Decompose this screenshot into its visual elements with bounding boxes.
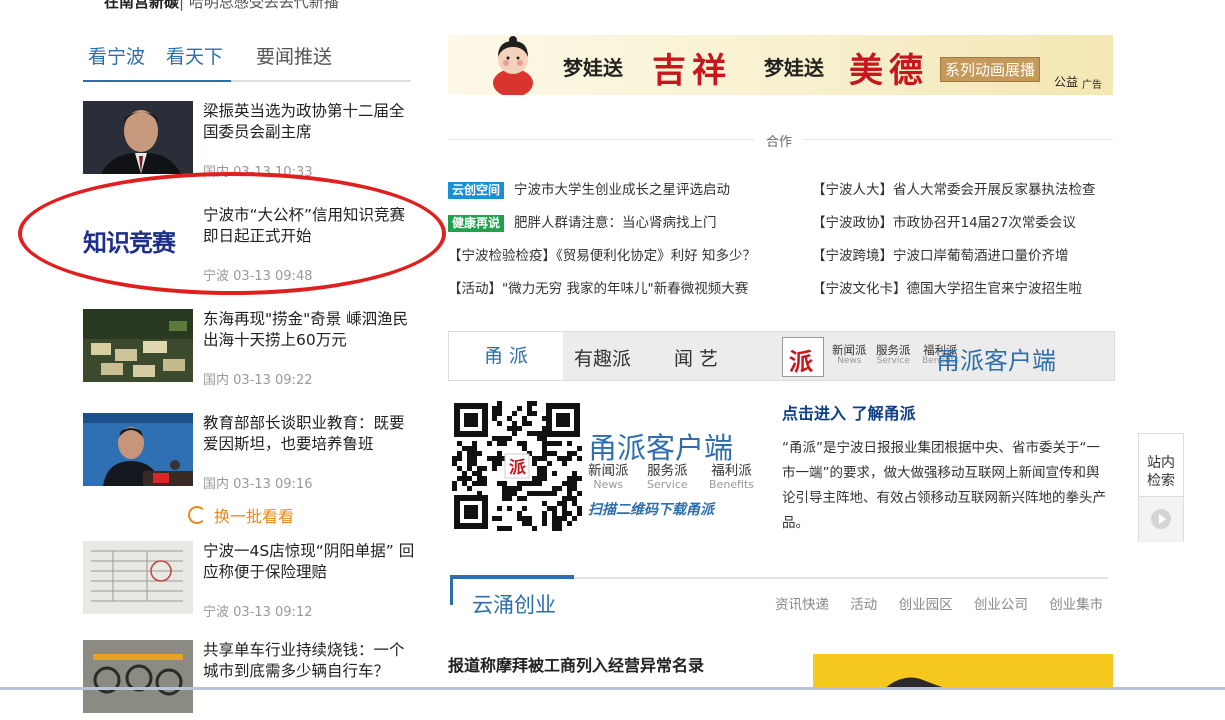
yongpai-intro-link[interactable]: 点击进入 了解甬派 (782, 400, 916, 424)
sub-cn: 福利派 (711, 463, 752, 479)
news-title[interactable]: 宁波一4S店惊现“阴阳单据” 回应称便于保险理赔 (203, 541, 415, 583)
sub-en: Service (647, 478, 688, 491)
news-thumbnail[interactable] (83, 309, 193, 382)
news-title[interactable]: 梁振英当选为政协第十二届全国委员会副主席 (203, 101, 415, 143)
news-meta: 国内 03-13 09:16 (203, 477, 313, 492)
banner-series-badge: 系列动画展播 (940, 57, 1041, 82)
yuncong-title[interactable]: 云涌创业 (472, 589, 556, 619)
coop-link[interactable]: 云创空间 宁波市大学生创业成长之星评选启动 (448, 178, 730, 199)
banner-ad-label: 广告 (1082, 80, 1102, 91)
refresh-label: 换一批看看 (214, 507, 295, 526)
yuncong-accent (450, 575, 453, 605)
coop-link[interactable]: 【宁波政协】市政协召开14届27次常委会议 (812, 211, 1076, 231)
coop-link-text: 肥胖人群请注意：当心肾病找上门 (514, 215, 717, 231)
refresh-icon (188, 506, 206, 524)
coop-link[interactable]: 【活动】"微力无穷 我家的年味儿"新春微视频大赛 (448, 277, 748, 297)
news-item[interactable]: 共享单车行业持续烧钱：一个城市到底需多少辆自行车？ (83, 640, 413, 720)
news-meta: 国内 03-13 09:22 (203, 373, 313, 388)
tab-wenyi[interactable]: 闻 艺 (674, 344, 718, 371)
coop-link[interactable]: 【宁波检验检疫】《贸易便利化协定》利好 知多少？ (448, 244, 756, 264)
coop-badge-jiankang: 健康再说 (448, 215, 505, 232)
yuncong-image[interactable] (813, 654, 1113, 690)
coop-badge-yunchuang: 云创空间 (448, 182, 505, 199)
sub-cn: 新闻派 (832, 343, 867, 357)
yongpai-logo-char: 派 (789, 348, 813, 376)
site-search-float[interactable]: 站内检索 (1138, 433, 1184, 542)
coop-link[interactable]: 健康再说 肥胖人群请注意：当心肾病找上门 (448, 211, 717, 232)
yuncong-active-bar (450, 575, 574, 579)
sub-en: Benefits (709, 478, 755, 491)
news-title[interactable]: 共享单车行业持续烧钱：一个城市到底需多少辆自行车？ (203, 640, 415, 682)
qr-sub-benefits: 福利派 Benefits (709, 464, 754, 492)
play-icon (1151, 509, 1171, 529)
tab-underline (83, 80, 231, 82)
qr-logo-char: 派 (509, 458, 527, 478)
news-thumbnail[interactable] (83, 413, 193, 486)
coop-link[interactable]: 【宁波人大】省人大常委会开展反家暴执法检查 (812, 178, 1096, 198)
news-meta: 宁波 03-13 09:12 (203, 605, 313, 620)
yongpai-logo-icon: 派 (782, 337, 824, 377)
qr-code-image: 派 (452, 401, 582, 531)
yuncong-headline[interactable]: 报道称摩拜被工商列入经营异常名录 (448, 652, 704, 676)
doll-mascot-icon (493, 36, 533, 95)
yuncong-link[interactable]: 活动 (850, 597, 877, 613)
qr-client-title: 甬派客户端 (588, 431, 734, 465)
sub-cn: 服务派 (647, 463, 688, 479)
left-news-tabs: 看宁波 看天下 要闻推送 (83, 40, 411, 82)
yuncong-links: 资讯快递 活动 创业园区 创业公司 创业集市 (775, 593, 1120, 613)
tab-yaowen-tuisong[interactable]: 要闻推送 (256, 42, 332, 69)
sub-cn: 服务派 (876, 343, 911, 357)
top-cut-rest: | 哈明总感受丢丢代新播 (179, 0, 339, 11)
news-item[interactable]: 宁波一4S店惊现“阴阳单据” 回应称便于保险理赔 宁波 03-13 09:12 (83, 541, 415, 621)
yuncong-link[interactable]: 创业公司 (974, 597, 1028, 613)
top-cut-text: 在南宫新碳| 哈明总感受丢丢代新播 (104, 0, 339, 12)
yongpai-sub-news: 新闻派 News (832, 343, 867, 367)
banner-text-2: 梦娃送 (764, 56, 824, 80)
sub-en: News (837, 356, 862, 366)
tab-yongpai[interactable]: 甬 派 (449, 332, 563, 380)
site-search-button[interactable] (1139, 496, 1183, 542)
news-title[interactable]: 教育部部长谈职业教育：既要爱因斯坦，也要培养鲁班 (203, 413, 415, 455)
qr-sub-news: 新闻派 News (588, 464, 629, 492)
tab-kan-tianxia[interactable]: 看天下 (166, 42, 223, 69)
sub-en: News (593, 478, 624, 491)
news-thumbnail[interactable] (83, 101, 193, 174)
news-title[interactable]: 东海再现"捞金"奇景 嵊泗渔民出海十天捞上60万元 (203, 309, 415, 351)
qr-sub-service: 服务派 Service (647, 464, 688, 492)
yongpai-description: “甬派”是宁波日报报业集团根据中央、省市委关于“一市一端”的要求，做大做强移动互… (782, 440, 1106, 531)
coop-link-text: 宁波市大学生创业成长之星评选启动 (514, 182, 731, 198)
news-thumbnail[interactable] (83, 640, 193, 713)
banner-big-1: 吉祥 (652, 51, 732, 91)
coop-link[interactable]: 【宁波跨境】宁波口岸葡萄酒进口量价齐增 (812, 244, 1069, 264)
qr-scan-hint: 扫描二维码下载甬派 (588, 502, 714, 518)
news-item[interactable]: 梁振英当选为政协第十二届全国委员会副主席 国内 03-13 10:33 (83, 101, 413, 181)
qr-code: 派 (452, 401, 582, 531)
yuncong-link[interactable]: 创业集市 (1049, 597, 1103, 613)
coop-heading: 合作 (754, 131, 805, 150)
banner-public-label: 公益 (1054, 75, 1079, 89)
coop-link[interactable]: 【宁波文化卡】德国大学招生官来宁波招生啦 (812, 277, 1082, 297)
refresh-button[interactable]: 换一批看看 (188, 503, 294, 527)
news-thumbnail[interactable] (83, 541, 193, 614)
sub-en: Service (876, 356, 910, 366)
yongpai-client-title[interactable]: 甬派客户端 (936, 341, 1056, 376)
yuncong-link[interactable]: 资讯快递 (775, 597, 829, 613)
site-search-label: 站内检索 (1147, 455, 1175, 489)
yuncong-link[interactable]: 创业园区 (899, 597, 953, 613)
top-cut-bold: 在南宫新碳 (104, 0, 180, 11)
yongpai-tab-bar: 甬 派 有趣派 闻 艺 派 新闻派 News 服务派 Service 福利派 Bene… (448, 331, 1115, 381)
tab-kan-ningbo[interactable]: 看宁波 (88, 42, 145, 69)
tab-youqupai[interactable]: 有趣派 (574, 344, 631, 371)
banner-big-2: 美德 (849, 51, 929, 91)
red-highlight-circle (18, 172, 446, 295)
sub-cn: 新闻派 (588, 463, 629, 479)
banner-text-1: 梦娃送 (563, 56, 623, 80)
public-service-banner[interactable]: 梦娃送 吉祥 梦娃送 美德 系列动画展播 公益 广告 (448, 35, 1113, 95)
yongpai-sub-service: 服务派 Service (876, 343, 911, 367)
news-item[interactable]: 教育部部长谈职业教育：既要爱因斯坦，也要培养鲁班 国内 03-13 09:16 (83, 413, 413, 493)
news-item[interactable]: 东海再现"捞金"奇景 嵊泗渔民出海十天捞上60万元 国内 03-13 09:22 (83, 309, 413, 389)
